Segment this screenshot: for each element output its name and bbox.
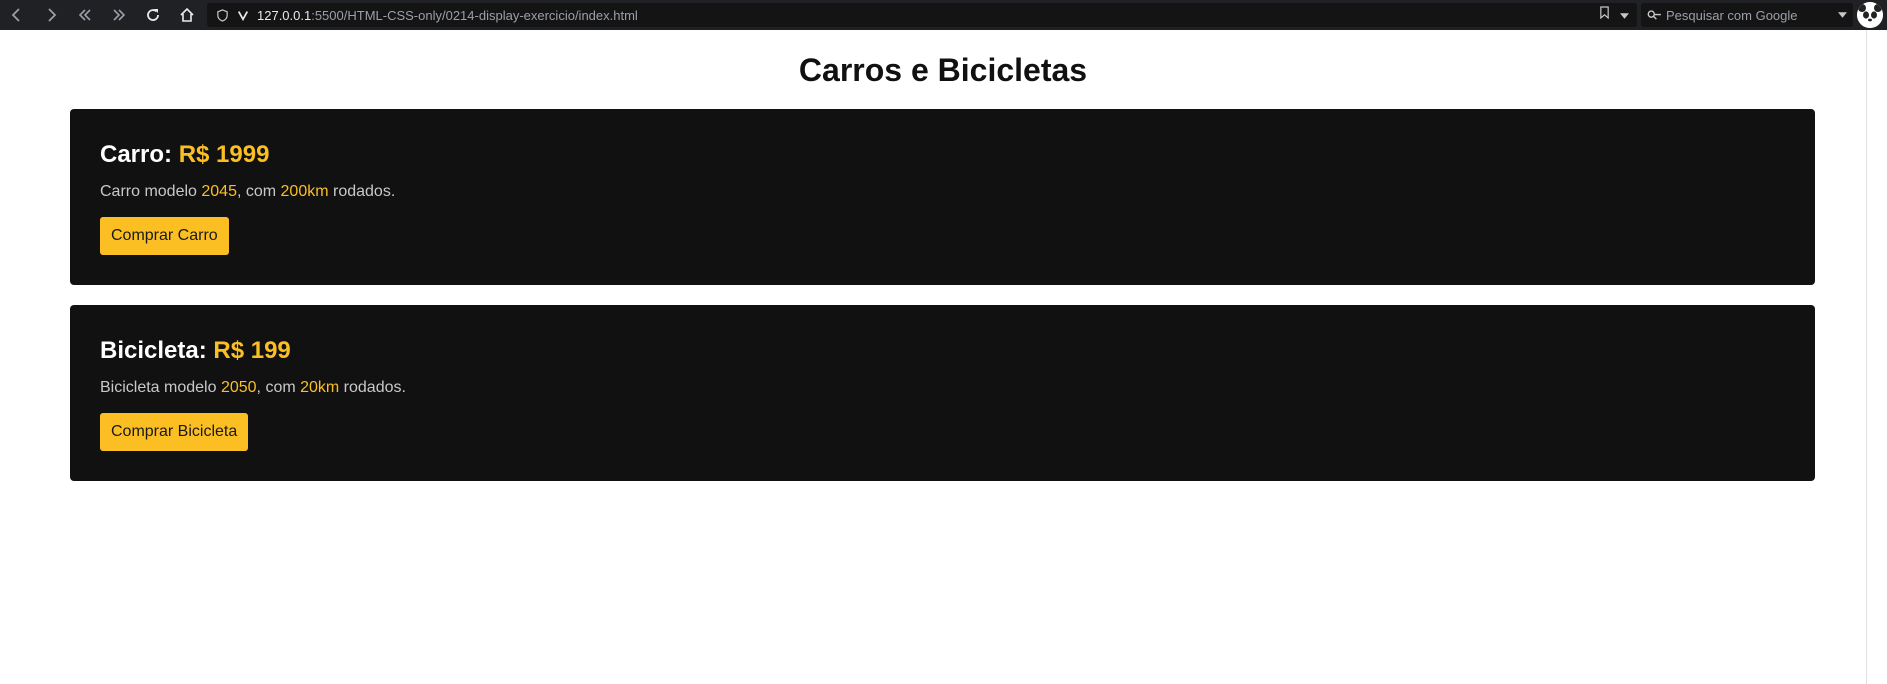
- desc-suffix: rodados.: [339, 379, 406, 396]
- search-placeholder: Pesquisar com Google: [1666, 7, 1798, 23]
- vivaldi-logo-icon: [233, 3, 253, 27]
- forward-button[interactable]: [34, 0, 68, 30]
- double-chevron-left-icon: [78, 9, 91, 21]
- search-input[interactable]: Pesquisar com Google: [1641, 3, 1853, 27]
- home-icon: [180, 7, 194, 22]
- card-description: Carro modelo 2045, com 200km rodados.: [100, 183, 395, 201]
- fast-forward-button[interactable]: [102, 0, 136, 30]
- distance: 200km: [280, 183, 329, 200]
- product-card-car: Carro: R$ 1999 Carro modelo 2045, com 20…: [70, 109, 1815, 285]
- url-host: 127.0.0.1: [257, 7, 312, 23]
- card-description: Bicicleta modelo 2050, com 20km rodados.: [100, 379, 406, 397]
- card-price: R$ 199: [213, 337, 291, 364]
- desc-prefix: Bicicleta modelo: [100, 379, 221, 396]
- bookmark-icon[interactable]: [1599, 6, 1610, 24]
- desc-mid: , com: [256, 379, 301, 396]
- card-price: R$ 1999: [178, 141, 270, 168]
- buy-bicycle-button[interactable]: Comprar Bicicleta: [100, 413, 249, 451]
- card-heading-label: Carro:: [100, 141, 173, 168]
- desc-prefix: Carro modelo: [100, 183, 202, 200]
- distance: 20km: [300, 379, 340, 396]
- reload-icon: [147, 9, 159, 21]
- home-button[interactable]: [170, 0, 204, 30]
- chevron-left-icon: [11, 8, 20, 22]
- double-chevron-right-icon: [113, 9, 126, 21]
- desc-suffix: rodados.: [328, 183, 396, 200]
- url-text[interactable]: 127.0.0.1:5500/HTML-CSS-only/0214-displa…: [257, 8, 638, 23]
- page-title: Carros e Bicicletas: [798, 52, 1088, 88]
- model-year: 2045: [201, 183, 237, 200]
- scrollbar[interactable]: [1866, 30, 1887, 684]
- product-card-bicycle: Bicicleta: R$ 199 Bicicleta modelo 2050,…: [70, 305, 1815, 481]
- profile-avatar[interactable]: [1857, 2, 1883, 28]
- buy-car-button[interactable]: Comprar Carro: [100, 217, 229, 255]
- card-heading: Bicicleta: R$ 199: [100, 337, 291, 365]
- desc-mid: , com: [236, 183, 281, 200]
- dropdown-arrow-icon[interactable]: [1620, 6, 1629, 24]
- address-bar-actions: [1599, 3, 1629, 27]
- shield-icon[interactable]: [211, 3, 233, 27]
- reload-button[interactable]: [136, 0, 170, 30]
- rewind-button[interactable]: [68, 0, 102, 30]
- model-year: 2050: [220, 379, 257, 396]
- address-bar[interactable]: 127.0.0.1:5500/HTML-CSS-only/0214-displa…: [207, 3, 1637, 27]
- url-path: :5500/HTML-CSS-only/0214-display-exercic…: [311, 7, 638, 23]
- search-icon: [1647, 9, 1662, 21]
- back-button[interactable]: [0, 0, 34, 30]
- card-heading: Carro: R$ 1999: [100, 141, 269, 169]
- card-heading-label: Bicicleta:: [100, 337, 207, 364]
- chevron-right-icon: [48, 8, 57, 22]
- search-engine-dropdown-icon[interactable]: [1838, 3, 1847, 27]
- panda-icon: [1857, 2, 1883, 28]
